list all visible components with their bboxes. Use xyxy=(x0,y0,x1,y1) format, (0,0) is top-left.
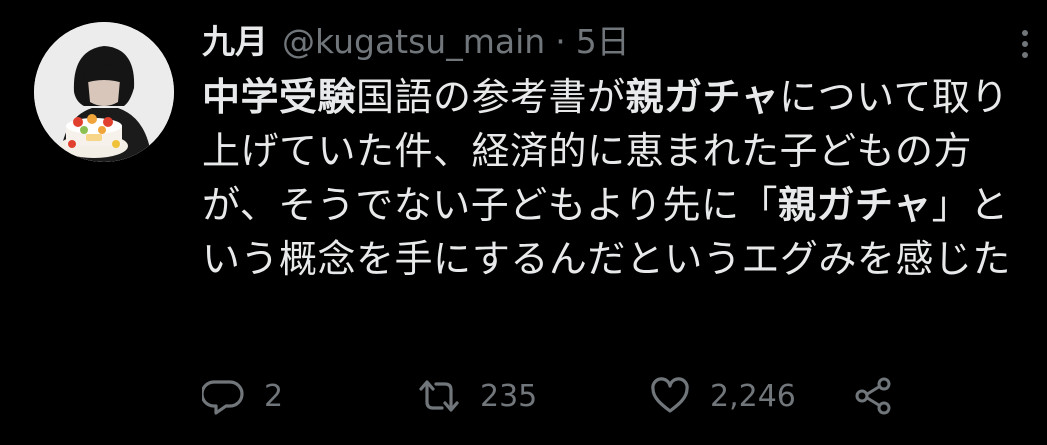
tweet-text-segment: 親ガチャ xyxy=(777,183,932,227)
retweet-button[interactable]: 235 xyxy=(416,376,648,416)
reply-icon xyxy=(202,380,244,415)
tweet-text: 中学受験国語の参考書が親ガチャについて取り上げていた件、経済的に恵まれた子どもの… xyxy=(202,70,1038,286)
author-name[interactable]: 九月 xyxy=(202,18,268,66)
share-button[interactable] xyxy=(852,376,896,416)
like-button[interactable]: 2,246 xyxy=(648,376,852,416)
separator: · xyxy=(555,22,566,61)
reply-count: 2 xyxy=(264,378,284,414)
like-count: 2,246 xyxy=(710,378,796,414)
retweet-icon xyxy=(419,380,459,412)
avatar-photo xyxy=(34,22,174,162)
author-handle[interactable]: @kugatsu_main xyxy=(282,18,545,66)
tweet-actions: 2 235 2,246 xyxy=(202,368,896,424)
tweet-header: 九月 @kugatsu_main · 5日 xyxy=(202,18,630,66)
like-icon xyxy=(651,377,689,413)
more-button[interactable] xyxy=(1008,22,1042,66)
tweet-text-segment: 親ガチャ xyxy=(625,75,780,119)
tweet-text-segment: 中学受験 xyxy=(202,75,357,119)
avatar[interactable] xyxy=(34,22,174,162)
more-icon xyxy=(1022,30,1028,58)
retweet-count: 235 xyxy=(480,378,538,414)
post-time[interactable]: 5日 xyxy=(576,18,630,66)
share-icon xyxy=(855,377,891,415)
tweet-text-segment: 国語の参考書が xyxy=(356,75,626,119)
reply-button[interactable]: 2 xyxy=(202,376,416,416)
